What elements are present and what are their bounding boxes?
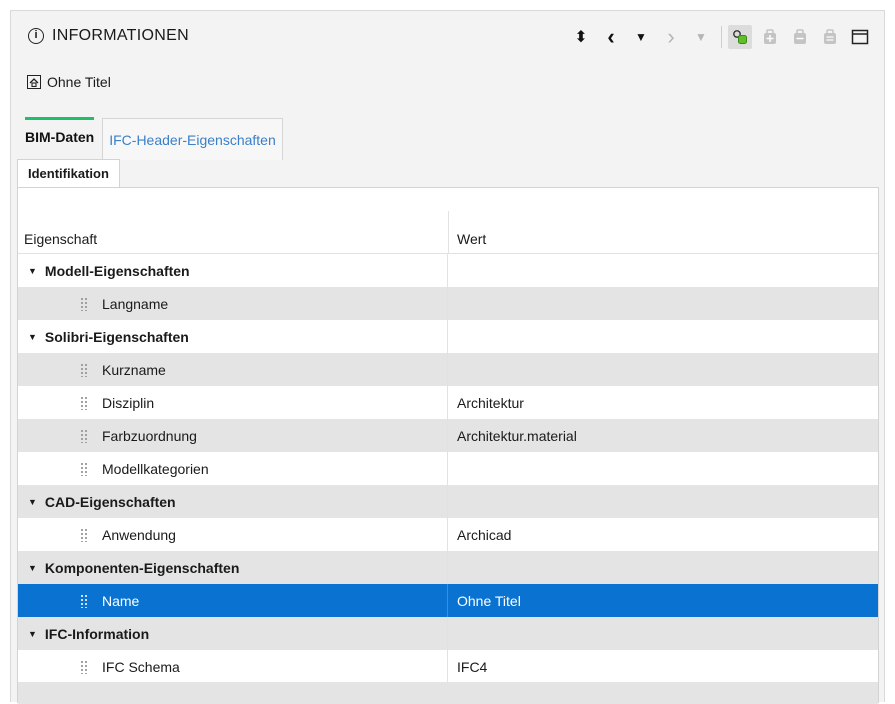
property-label: Langname bbox=[102, 295, 169, 312]
value-cell[interactable]: Architektur bbox=[449, 386, 524, 419]
expand-toggle-icon[interactable]: ▼ bbox=[28, 332, 37, 342]
panel-title: INFORMATIONEN bbox=[52, 27, 189, 44]
property-cell: Kurzname bbox=[18, 353, 448, 386]
grid-header: Eigenschaft Wert bbox=[18, 188, 878, 254]
bag-edit-icon[interactable] bbox=[818, 25, 842, 49]
value-cell[interactable]: Archicad bbox=[449, 518, 511, 551]
property-label: Farbzuordnung bbox=[102, 427, 197, 444]
drag-grip-icon[interactable] bbox=[80, 527, 88, 542]
expand-toggle-icon[interactable]: ▼ bbox=[28, 266, 37, 276]
group-row[interactable]: ▼ IFC-Information bbox=[18, 617, 878, 650]
dropdown-icon[interactable]: ▼ bbox=[629, 25, 653, 49]
sort-updown-icon[interactable]: ⬍ bbox=[569, 25, 593, 49]
drag-grip-icon[interactable] bbox=[80, 659, 88, 674]
model-name: Ohne Titel bbox=[47, 74, 111, 90]
bag-add-icon[interactable] bbox=[758, 25, 782, 49]
value-cell[interactable]: Architektur.material bbox=[449, 419, 577, 452]
information-panel: i INFORMATIONEN ⬍ ‹ ▼ › ▼ Ohne Titel BIM… bbox=[10, 10, 885, 704]
expand-toggle-icon[interactable]: ▼ bbox=[28, 563, 37, 573]
value-cell[interactable] bbox=[449, 287, 457, 320]
model-name-row: Ohne Titel bbox=[27, 71, 111, 93]
value-cell[interactable] bbox=[449, 320, 457, 353]
property-row[interactable]: Farbzuordnung Architektur.material bbox=[18, 419, 878, 452]
drag-grip-icon[interactable] bbox=[80, 593, 88, 608]
value-cell[interactable] bbox=[449, 254, 457, 287]
column-header-property[interactable]: Eigenschaft bbox=[24, 231, 97, 247]
property-label: Modell-Eigenschaften bbox=[44, 262, 190, 279]
window-icon[interactable] bbox=[848, 25, 872, 49]
panel-toolbar: ⬍ ‹ ▼ › ▼ bbox=[563, 23, 872, 51]
value-cell[interactable] bbox=[449, 617, 457, 650]
property-label: Komponenten-Eigenschaften bbox=[44, 559, 240, 576]
grid-empty-area bbox=[18, 682, 878, 704]
group-row[interactable]: ▼ CAD-Eigenschaften bbox=[18, 485, 878, 518]
value-cell[interactable] bbox=[449, 353, 457, 386]
property-cell: Anwendung bbox=[18, 518, 448, 551]
property-cell: Name bbox=[18, 584, 448, 617]
value-cell[interactable] bbox=[449, 452, 457, 485]
model-link-icon[interactable] bbox=[728, 25, 752, 49]
property-row[interactable]: Langname bbox=[18, 287, 878, 320]
toolbar-divider bbox=[721, 26, 722, 48]
drag-grip-icon[interactable] bbox=[80, 428, 88, 443]
property-cell: IFC Schema bbox=[18, 650, 448, 683]
property-cell: ▼ Modell-Eigenschaften bbox=[18, 254, 448, 287]
property-row[interactable]: Modellkategorien bbox=[18, 452, 878, 485]
column-divider[interactable] bbox=[448, 211, 449, 254]
drag-grip-icon[interactable] bbox=[80, 395, 88, 410]
property-row[interactable]: IFC Schema IFC4 bbox=[18, 650, 878, 683]
value-cell[interactable] bbox=[449, 551, 457, 584]
property-cell: Disziplin bbox=[18, 386, 448, 419]
panel-header: i INFORMATIONEN ⬍ ‹ ▼ › ▼ bbox=[11, 11, 884, 63]
property-label: IFC Schema bbox=[102, 658, 180, 675]
property-cell: Langname bbox=[18, 287, 448, 320]
property-label: Disziplin bbox=[102, 394, 155, 411]
property-cell: ▼ IFC-Information bbox=[18, 617, 448, 650]
property-cell: ▼ CAD-Eigenschaften bbox=[18, 485, 448, 518]
group-row[interactable]: ▼ Modell-Eigenschaften bbox=[18, 254, 878, 287]
tab-identifikation[interactable]: Identifikation bbox=[17, 159, 120, 187]
column-header-value[interactable]: Wert bbox=[457, 231, 486, 247]
bag-remove-icon[interactable] bbox=[788, 25, 812, 49]
grid-rows: ▼ Modell-Eigenschaften Langname ▼ Solibri-Ei… bbox=[18, 254, 878, 683]
property-cell: ▼ Solibri-Eigenschaften bbox=[18, 320, 448, 353]
expand-toggle-icon[interactable]: ▼ bbox=[28, 497, 37, 507]
property-row[interactable]: Anwendung Archicad bbox=[18, 518, 878, 551]
next-icon[interactable]: › bbox=[659, 24, 683, 49]
property-label: Kurzname bbox=[102, 361, 166, 378]
property-label: Solibri-Eigenschaften bbox=[44, 328, 189, 345]
value-cell[interactable] bbox=[449, 485, 457, 518]
tab-ifc-header-eigenschaften[interactable]: IFC-Header-Eigenschaften bbox=[102, 118, 283, 160]
model-home-icon bbox=[27, 75, 41, 89]
drag-grip-icon[interactable] bbox=[80, 362, 88, 377]
dropdown-dim-icon[interactable]: ▼ bbox=[689, 25, 713, 49]
main-tabs: BIM-Daten IFC-Header-Eigenschaften bbox=[19, 113, 283, 160]
prev-icon[interactable]: ‹ bbox=[599, 24, 623, 49]
property-label: IFC-Information bbox=[44, 625, 150, 642]
info-icon: i bbox=[28, 28, 44, 44]
value-cell[interactable]: Ohne Titel bbox=[449, 584, 521, 617]
property-cell: Farbzuordnung bbox=[18, 419, 448, 452]
property-row[interactable]: Kurzname bbox=[18, 353, 878, 386]
group-row[interactable]: ▼ Komponenten-Eigenschaften bbox=[18, 551, 878, 584]
sub-tabs: Identifikation bbox=[17, 159, 120, 187]
value-cell[interactable]: IFC4 bbox=[449, 650, 487, 683]
property-label: Name bbox=[102, 592, 140, 609]
property-row[interactable]: Name Ohne Titel bbox=[18, 584, 878, 617]
drag-grip-icon[interactable] bbox=[80, 296, 88, 311]
expand-toggle-icon[interactable]: ▼ bbox=[28, 629, 37, 639]
tab-bim-daten[interactable]: BIM-Daten bbox=[19, 113, 101, 160]
property-label: CAD-Eigenschaften bbox=[44, 493, 176, 510]
group-row[interactable]: ▼ Solibri-Eigenschaften bbox=[18, 320, 878, 353]
property-cell: ▼ Komponenten-Eigenschaften bbox=[18, 551, 448, 584]
drag-grip-icon[interactable] bbox=[80, 461, 88, 476]
property-row[interactable]: Disziplin Architektur bbox=[18, 386, 878, 419]
property-grid: Eigenschaft Wert ▼ Modell-Eigenschaften La… bbox=[17, 187, 879, 704]
property-label: Modellkategorien bbox=[102, 460, 209, 477]
property-cell: Modellkategorien bbox=[18, 452, 448, 485]
property-label: Anwendung bbox=[102, 526, 176, 543]
